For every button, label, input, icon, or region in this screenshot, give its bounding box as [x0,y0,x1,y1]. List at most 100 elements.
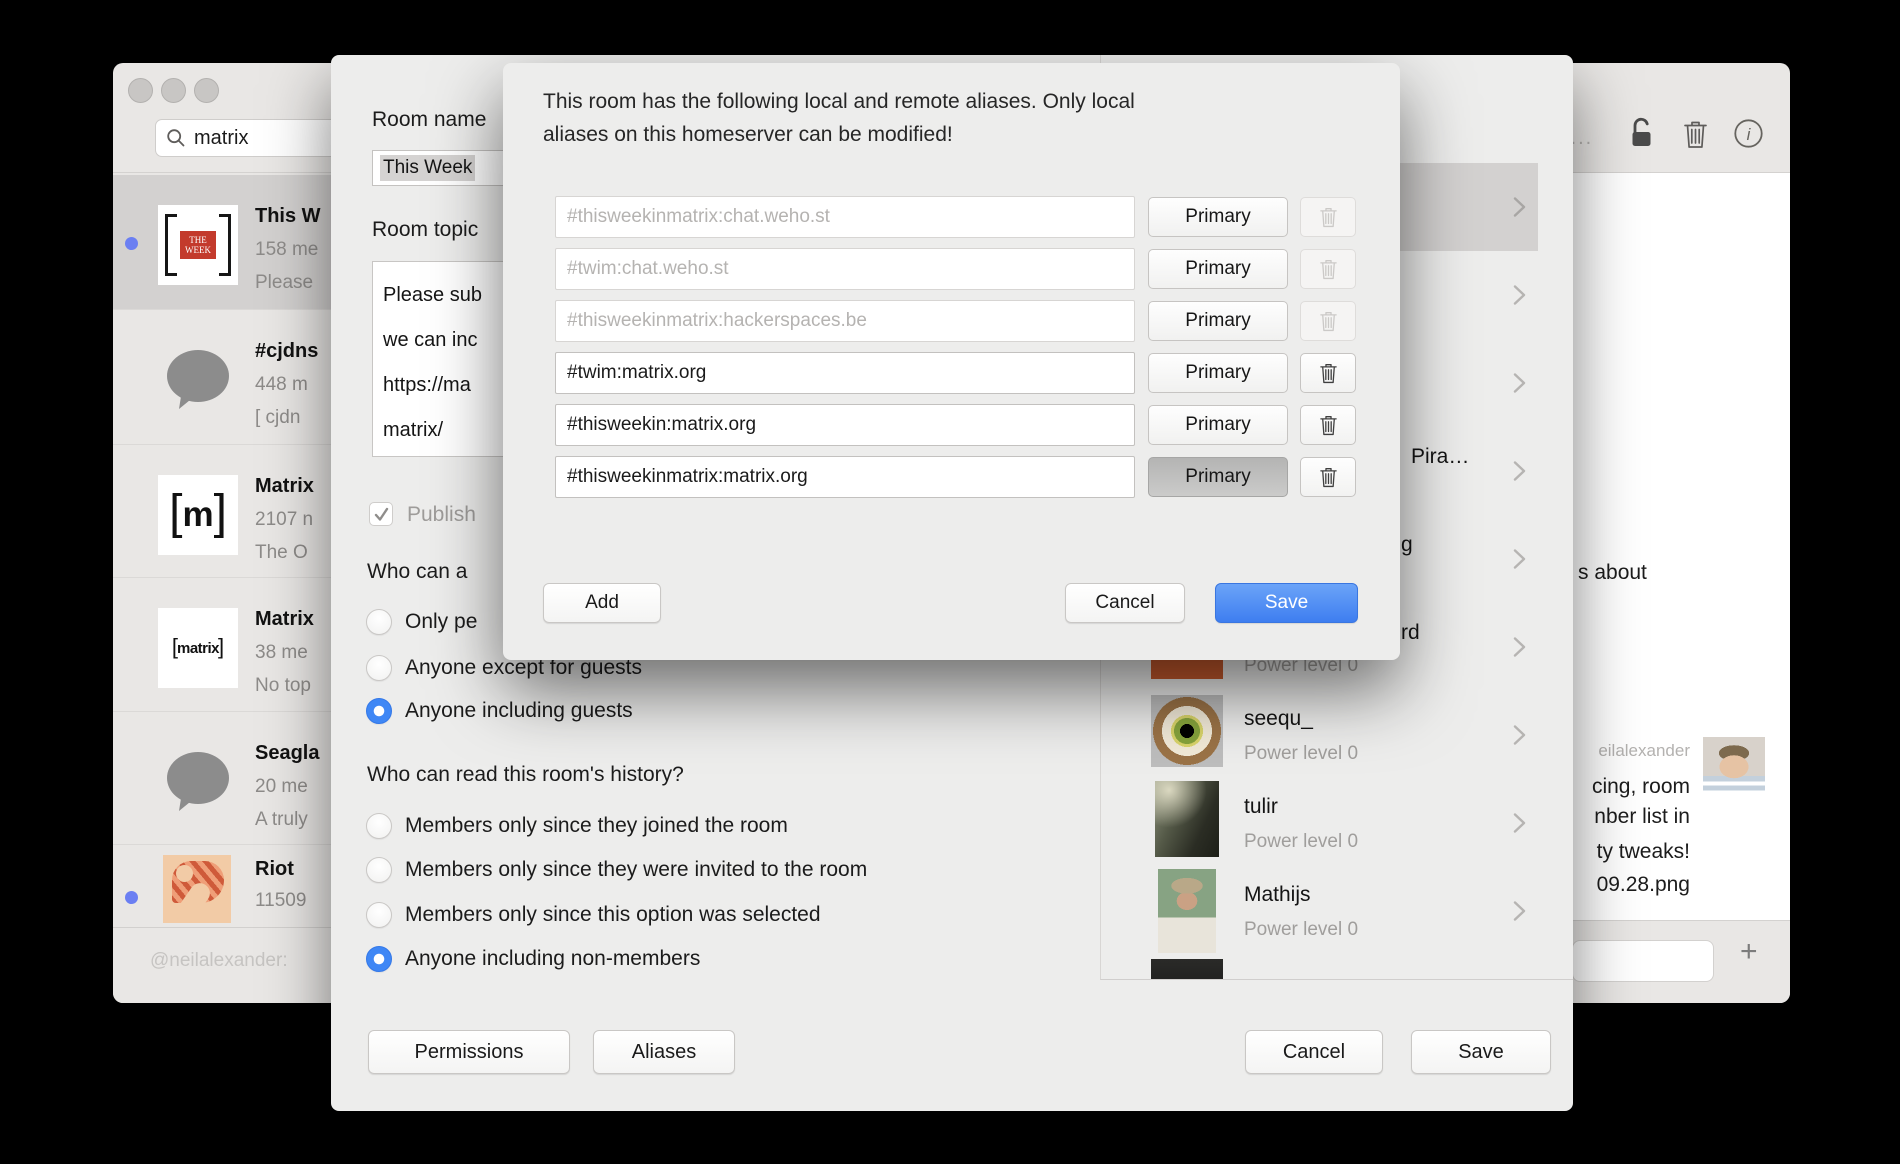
trash-button[interactable] [1300,353,1356,393]
radio-icon-selected[interactable] [366,946,392,972]
access-option-anyone-including-guests[interactable]: Anyone including guests [366,696,633,726]
info-icon[interactable]: i [1733,118,1764,154]
sidebar-item-cjdns[interactable]: #cjdns 448 m [ cjdn [113,310,331,445]
chevron-right-icon[interactable] [1506,282,1532,308]
minimize-button[interactable] [161,78,186,103]
chevron-right-icon[interactable] [1506,634,1532,660]
account-id: @neilalexander: [150,950,288,972]
zoom-button[interactable] [194,78,219,103]
trash-icon [1318,205,1339,229]
member-name: Mathijs [1244,883,1311,907]
close-button[interactable] [128,78,153,103]
trash-button[interactable] [1300,457,1356,497]
chevron-right-icon[interactable] [1506,370,1532,396]
history-question: Who can read this room's history? [367,763,684,787]
room-members-count: 2107 n [255,509,313,531]
primary-button[interactable]: Primary [1148,249,1288,289]
alias-input-local[interactable] [555,404,1135,446]
chevron-right-icon[interactable] [1506,722,1532,748]
trash-icon [1318,413,1339,437]
primary-button[interactable]: Primary [1148,353,1288,393]
publish-label: Publish [407,503,476,527]
history-option-invited[interactable]: Members only since they were invited to … [366,855,867,885]
trash-button[interactable] [1300,405,1356,445]
trash-icon [1318,257,1339,281]
sidebar-item-seaglass[interactable]: Seagla 20 me A truly [113,712,331,845]
search-value: matrix [194,127,248,150]
history-option-anyone[interactable]: Anyone including non-members [366,944,700,974]
sidebar-item-thisweekinmatrix[interactable]: THE WEEK This W 158 me Please [113,175,331,310]
member-name: seequ_ [1244,707,1313,731]
attach-plus-button[interactable]: + [1740,935,1758,969]
room-name-label: Room name [372,108,486,132]
member-avatar [1151,695,1223,767]
chat-message-fragment: s about [1578,561,1647,585]
trash-button-disabled[interactable] [1300,301,1356,341]
room-topic-preview: A truly [255,809,308,831]
member-name: tulir [1244,795,1278,819]
add-button[interactable]: Add [543,583,661,623]
alias-input-remote[interactable] [555,300,1135,342]
room-avatar-bubble [158,742,238,822]
trash-icon[interactable] [1681,118,1710,155]
save-button[interactable]: Save [1215,583,1358,623]
member-row-tulir[interactable]: tulir Power level 0 [1101,779,1573,867]
room-members-count: 448 m [255,374,308,396]
chevron-right-icon[interactable] [1506,898,1532,924]
room-topic-label: Room topic [372,218,478,242]
aliases-button[interactable]: Aliases [593,1030,735,1074]
alias-input-remote[interactable] [555,248,1135,290]
sidebar-item-riot[interactable]: Riot 11509 [113,845,331,927]
member-power-level: Power level 0 [1244,831,1358,853]
permissions-button[interactable]: Permissions [368,1030,570,1074]
room-title: Riot [255,858,294,881]
sidebar-item-matrix[interactable]: [matrix] Matrix 38 me No top [113,578,331,712]
radio-icon[interactable] [366,813,392,839]
unlock-icon[interactable] [1626,116,1658,155]
alias-input-local[interactable] [555,352,1135,394]
cancel-button[interactable]: Cancel [1245,1030,1383,1074]
member-row[interactable] [1101,955,1573,980]
radio-icon[interactable] [366,655,392,681]
primary-button[interactable]: Primary [1148,405,1288,445]
save-button[interactable]: Save [1411,1030,1551,1074]
access-option-invited[interactable]: Only pe [366,607,477,637]
radio-icon[interactable] [366,609,392,635]
trash-button-disabled[interactable] [1300,249,1356,289]
aliases-message: This room has the following local and re… [543,85,1367,151]
cancel-button[interactable]: Cancel [1065,583,1185,623]
history-option-selected[interactable]: Members only since this option was selec… [366,900,821,930]
alias-input-local[interactable] [555,456,1135,498]
primary-button[interactable]: Primary [1148,197,1288,237]
member-power-level: Power level 0 [1244,743,1358,765]
chevron-right-icon[interactable] [1506,458,1532,484]
message-input[interactable] [1572,940,1714,982]
member-row-mathijs[interactable]: Mathijs Power level 0 [1101,867,1573,955]
room-title: Seagla [255,742,319,765]
sender-avatar[interactable] [1703,737,1765,799]
unread-dot [125,237,138,250]
chevron-right-icon[interactable] [1506,810,1532,836]
radio-icon-selected[interactable] [366,698,392,724]
trash-button-disabled[interactable] [1300,197,1356,237]
search-input[interactable]: matrix [155,119,347,157]
unread-dot [125,891,138,904]
member-power-level: Power level 0 [1244,919,1358,941]
radio-icon[interactable] [366,902,392,928]
chevron-right-icon[interactable] [1506,194,1532,220]
alias-input-remote[interactable] [555,196,1135,238]
radio-icon[interactable] [366,857,392,883]
room-avatar-matrix-logo: [matrix] [158,608,238,688]
sidebar-item-matrix-hq[interactable]: [m] Matrix 2107 n The O [113,445,331,578]
member-avatar [1151,959,1223,980]
primary-button-active[interactable]: Primary [1148,457,1288,497]
publish-checkbox[interactable] [369,502,393,526]
room-topic-preview: No top [255,675,311,697]
chevron-right-icon[interactable] [1506,546,1532,572]
member-row-seequ[interactable]: seequ_ Power level 0 [1101,691,1573,779]
sidebar-footer: @neilalexander: [113,927,331,1003]
member-name-fragment: Pira… [1411,445,1469,469]
room-title: #cjdns [255,340,318,363]
primary-button[interactable]: Primary [1148,301,1288,341]
history-option-joined[interactable]: Members only since they joined the room [366,811,788,841]
